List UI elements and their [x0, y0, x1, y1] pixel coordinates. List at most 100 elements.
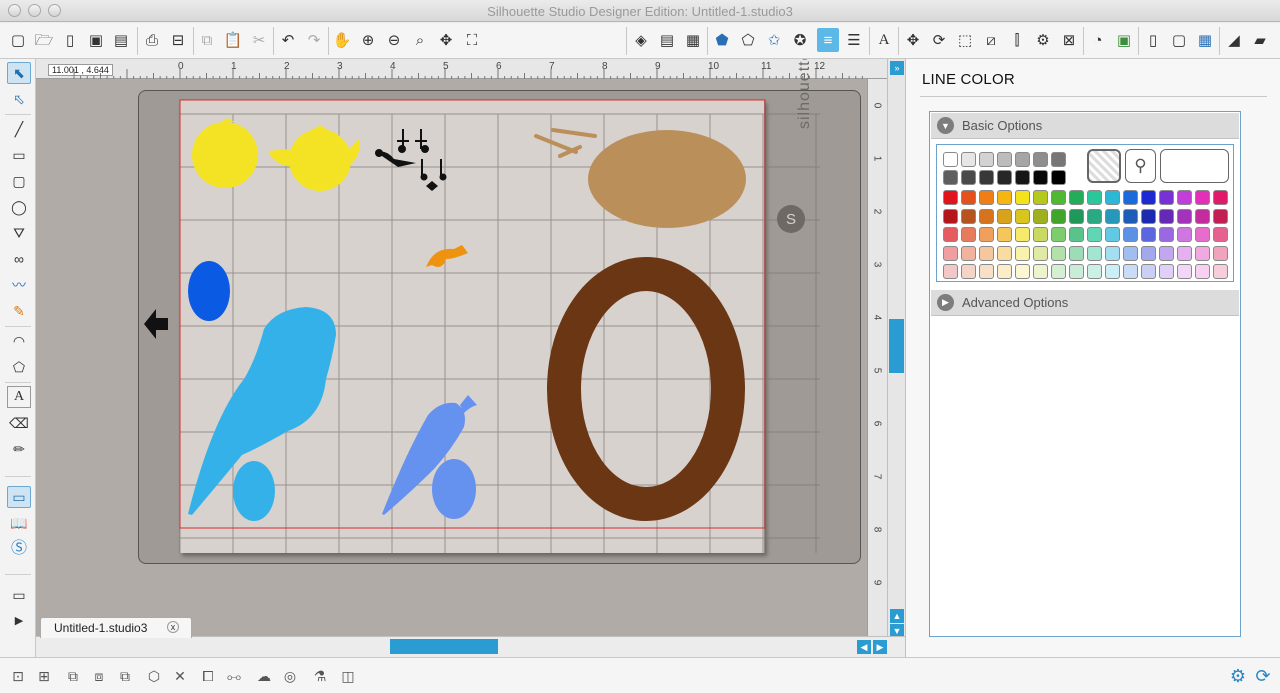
color-swatch[interactable]: [943, 227, 958, 242]
fill-color-icon[interactable]: ◈: [630, 28, 652, 52]
group-icon[interactable]: ⊡: [7, 665, 29, 687]
scale-icon[interactable]: ⬚: [954, 28, 976, 52]
color-swatch[interactable]: [997, 190, 1012, 205]
canvas-area[interactable]: 11.001 , 4.644 0 1 2 3 4 5 6 7 8 9 10 11 12 01234567…: [36, 59, 887, 636]
rounded-rectangle-tool-icon[interactable]: ▢: [7, 170, 31, 192]
color-swatch[interactable]: [1195, 245, 1210, 261]
color-swatch[interactable]: [1105, 227, 1120, 242]
color-swatch[interactable]: [961, 152, 976, 167]
smooth-freehand-icon[interactable]: ✎: [7, 300, 31, 322]
send-to-back-icon[interactable]: ⧟: [223, 665, 245, 687]
text-tool-icon[interactable]: A: [7, 386, 31, 408]
open-folder-icon[interactable]: 🗁: [33, 28, 55, 52]
send-to-cutter-icon[interactable]: ▶: [7, 610, 31, 632]
color-swatch[interactable]: [997, 208, 1012, 224]
drag-zoom-icon[interactable]: ✥: [435, 28, 457, 52]
new-document-icon[interactable]: ▢: [7, 28, 29, 52]
color-swatch[interactable]: [1033, 152, 1048, 167]
color-swatch[interactable]: [1141, 208, 1156, 224]
color-swatch[interactable]: [997, 264, 1012, 279]
color-swatch[interactable]: [1051, 170, 1066, 185]
color-swatch[interactable]: [1105, 245, 1120, 261]
sync-icon[interactable]: ⟳: [1252, 665, 1274, 687]
vertical-scroll-thumb[interactable]: [889, 319, 904, 373]
shadow-icon[interactable]: ✪: [789, 28, 811, 52]
custom-color-swatch[interactable]: [1160, 149, 1229, 183]
pan-hand-icon[interactable]: ✋: [331, 28, 353, 52]
color-swatch[interactable]: [961, 190, 976, 205]
polygon-icon[interactable]: ⬠: [737, 28, 759, 52]
zoom-in-icon[interactable]: ⊕: [357, 28, 379, 52]
polygon-tool-icon[interactable]: ⛛: [7, 222, 31, 244]
transparent-swatch[interactable]: [1087, 149, 1121, 183]
color-swatch[interactable]: [943, 152, 958, 167]
line-style-icon[interactable]: ☰: [843, 28, 865, 52]
color-swatch[interactable]: [1177, 264, 1192, 279]
chick-shape-2[interactable]: [268, 126, 360, 191]
color-swatch[interactable]: [943, 208, 958, 224]
offset-icon[interactable]: ◔: [1087, 28, 1109, 52]
fill-pattern-icon[interactable]: ▦: [682, 28, 704, 52]
color-swatch[interactable]: [1015, 208, 1030, 224]
color-swatch[interactable]: [1105, 264, 1120, 279]
color-swatch[interactable]: [1069, 264, 1084, 279]
cut-scissors-icon[interactable]: ✂: [248, 28, 270, 52]
color-swatch[interactable]: [1087, 264, 1102, 279]
print-cut-icon[interactable]: ⊟: [167, 28, 189, 52]
scroll-left-icon[interactable]: ◀: [857, 640, 871, 654]
design-page-icon[interactable]: ▭: [7, 486, 31, 508]
color-swatch[interactable]: [1195, 264, 1210, 279]
modify-icon[interactable]: ⊠: [1058, 28, 1080, 52]
color-swatch[interactable]: [1105, 208, 1120, 224]
eyedropper-icon[interactable]: ⚲: [1125, 149, 1156, 183]
color-swatch[interactable]: [1087, 208, 1102, 224]
color-swatch[interactable]: [1015, 190, 1030, 205]
curve-tool-icon[interactable]: ∞: [7, 248, 31, 270]
advanced-options-header[interactable]: ▶ Advanced Options: [931, 290, 1239, 316]
color-swatch[interactable]: [1177, 208, 1192, 224]
vertical-scrollbar[interactable]: » ▲ ▼: [887, 59, 905, 638]
design-artwork[interactable]: [36, 59, 867, 636]
color-swatch[interactable]: [1051, 190, 1066, 205]
color-swatch[interactable]: [979, 190, 994, 205]
color-swatch[interactable]: [997, 170, 1012, 185]
select-tool-icon[interactable]: ⬉: [7, 62, 31, 84]
black-detail-shapes[interactable]: [375, 129, 447, 191]
trace-wand-icon[interactable]: ⚗: [309, 665, 331, 687]
color-swatch[interactable]: [1213, 208, 1228, 224]
color-swatch[interactable]: [943, 170, 958, 185]
save-to-library-icon[interactable]: ▤: [110, 28, 132, 52]
color-swatch[interactable]: [1177, 227, 1192, 242]
color-swatch[interactable]: [943, 264, 958, 279]
dark-blue-egg-shape[interactable]: [188, 261, 230, 321]
color-swatch[interactable]: [961, 264, 976, 279]
color-swatch[interactable]: [1051, 264, 1066, 279]
line-color-icon[interactable]: ≡: [817, 28, 839, 52]
color-swatch[interactable]: [1015, 227, 1030, 242]
color-swatch[interactable]: [1159, 245, 1174, 261]
color-swatch[interactable]: [1033, 227, 1048, 242]
paste-icon[interactable]: 📋: [222, 28, 244, 52]
blue-egg-shape[interactable]: [432, 459, 476, 519]
color-swatch[interactable]: [1123, 245, 1138, 261]
shear-icon[interactable]: ⧄: [980, 28, 1002, 52]
star-icon[interactable]: ✩: [763, 28, 785, 52]
color-swatch[interactable]: [997, 245, 1012, 261]
regular-polygon-icon[interactable]: ⬠: [7, 356, 31, 378]
color-swatch[interactable]: [979, 264, 994, 279]
color-swatch[interactable]: [961, 208, 976, 224]
color-swatch[interactable]: [1069, 227, 1084, 242]
cut-settings-icon[interactable]: ▢: [1168, 28, 1190, 52]
color-swatch[interactable]: [1159, 208, 1174, 224]
color-swatch[interactable]: [1213, 264, 1228, 279]
transform-move-icon[interactable]: ✥: [902, 28, 924, 52]
eraser-tool-icon[interactable]: ⌫: [7, 412, 31, 434]
release-compound-icon[interactable]: ⧈: [88, 665, 110, 687]
color-swatch[interactable]: [943, 190, 958, 205]
color-swatch[interactable]: [961, 227, 976, 242]
save-icon[interactable]: ▣: [85, 28, 107, 52]
color-swatch[interactable]: [1087, 227, 1102, 242]
arc-tool-icon[interactable]: ◠: [7, 330, 31, 352]
color-swatch[interactable]: [1213, 245, 1228, 261]
settings-gear-icon[interactable]: ⚙: [1227, 665, 1249, 687]
